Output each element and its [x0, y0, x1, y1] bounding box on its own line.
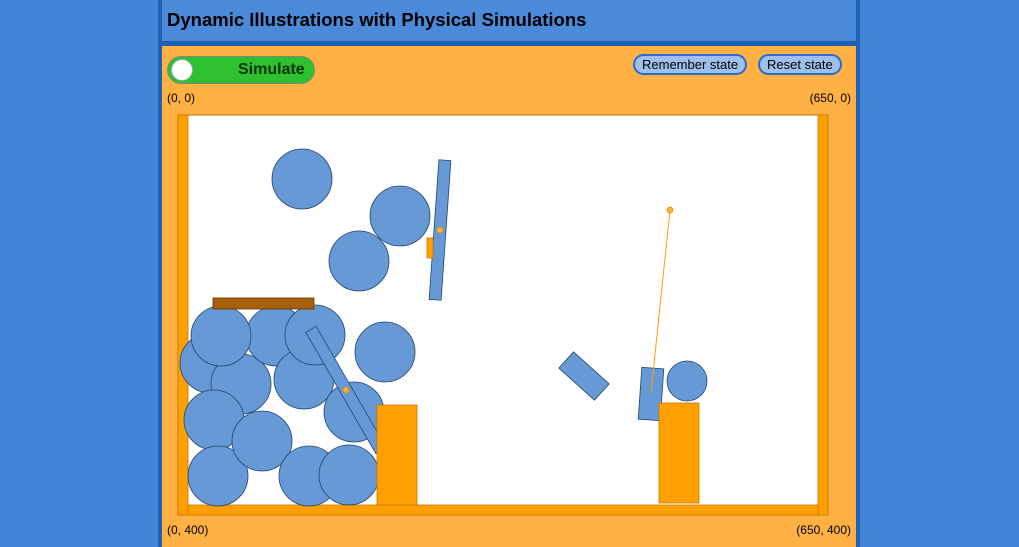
page-title: Dynamic Illustrations with Physical Simu…	[167, 9, 587, 30]
remember-state-button[interactable]: Remember state	[633, 54, 748, 75]
ball[interactable]	[328, 230, 390, 292]
coord-bottom-left: (0, 400)	[167, 523, 209, 537]
floor[interactable]	[187, 504, 819, 516]
toggle-knob[interactable]	[171, 59, 193, 81]
simulate-toggle[interactable]: Simulate	[167, 56, 315, 84]
header-bar: Dynamic Illustrations with Physical Simu…	[162, 0, 856, 41]
ball[interactable]	[190, 305, 252, 367]
pillar-right[interactable]	[658, 402, 700, 504]
ball[interactable]	[666, 360, 708, 402]
ball[interactable]	[354, 321, 416, 383]
reset-state-button[interactable]: Reset state	[758, 54, 842, 75]
wooden-plank[interactable]	[212, 297, 315, 310]
coord-top-left: (0, 0)	[167, 91, 196, 105]
simulate-label: Simulate	[238, 61, 305, 78]
coord-bottom-right: (650, 400)	[796, 523, 851, 537]
pivot-point[interactable]	[436, 226, 444, 234]
ball[interactable]	[369, 185, 431, 247]
pivot-point[interactable]	[342, 386, 350, 394]
right-wall[interactable]	[817, 114, 829, 516]
simulation-canvas[interactable]	[177, 114, 829, 516]
left-wall[interactable]	[177, 114, 189, 516]
rope-anchor[interactable]	[666, 206, 674, 214]
pillar-left[interactable]	[376, 404, 418, 506]
ball[interactable]	[271, 148, 333, 210]
pin-block[interactable]	[426, 237, 434, 259]
coord-top-right: (650, 0)	[809, 91, 851, 105]
ball[interactable]	[318, 444, 380, 506]
